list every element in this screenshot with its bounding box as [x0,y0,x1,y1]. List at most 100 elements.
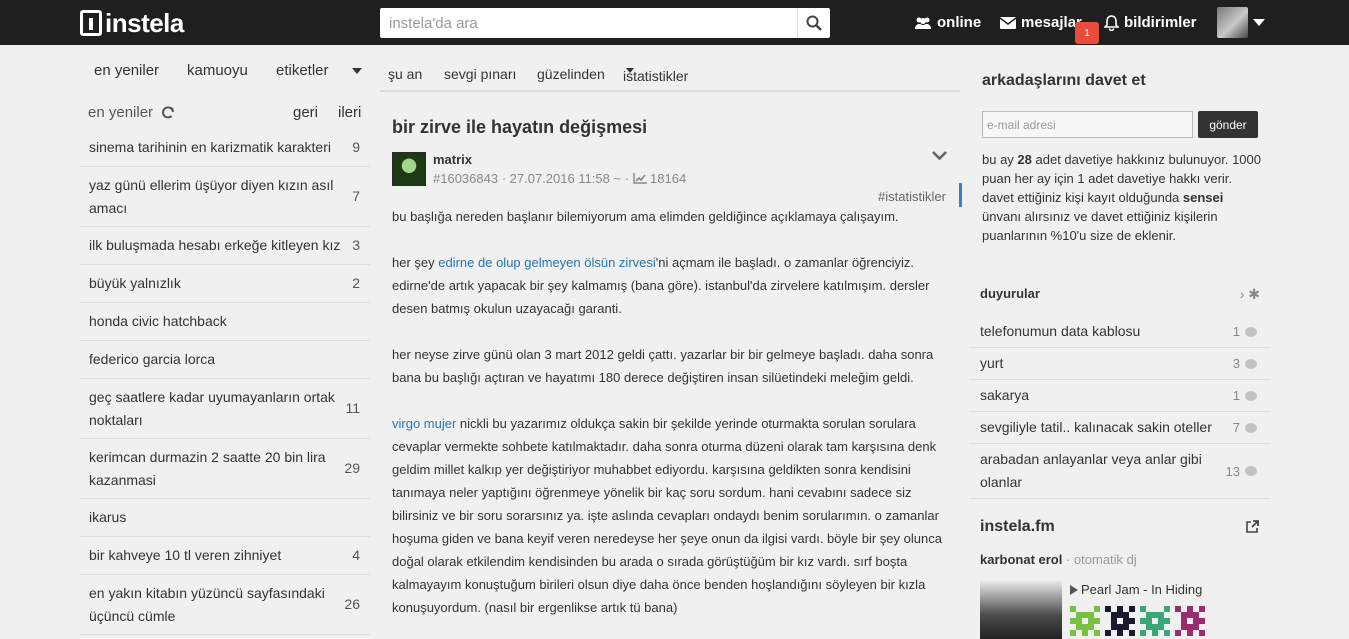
pixel [1181,612,1187,618]
text-segment: her şey [392,255,439,270]
pixel [1193,612,1199,618]
tabs-more-caret-icon[interactable] [352,68,362,74]
list-item[interactable]: yaz günü ellerim üşüyor diyen kızın asıl… [80,167,370,227]
announcement-title: yurt [980,355,1004,371]
list-item[interactable]: arabadan anlayanlar veya anlar gibi olan… [970,444,1270,499]
now-playing[interactable]: Pearl Jam - In Hiding [1070,582,1202,597]
list-title: en yeniler [88,104,154,121]
pixel [1199,606,1205,612]
pixel [1117,612,1123,618]
back-link[interactable]: geri [293,104,318,121]
middle-tabs: şu an sevgi pınarı güzelinden istatistik… [380,64,960,92]
pixel [1199,630,1205,636]
pixel [1094,606,1100,612]
comment-icon [1245,422,1257,433]
pixel [1094,630,1100,636]
user-avatar[interactable] [1217,7,1248,38]
entry-id[interactable]: #16036843 [433,171,498,186]
album-cover[interactable] [980,580,1062,639]
announcements-more-icon[interactable]: › ✱ [1240,286,1260,303]
list-item[interactable]: sevgiliyle tatil.. kalınacak sakin otell… [970,412,1270,444]
pixel [1070,630,1076,636]
pixel [1158,618,1164,624]
tab-guzelinden[interactable]: güzelinden [537,66,605,82]
pixel [1123,624,1129,630]
online-link[interactable]: online [914,0,981,45]
list-item[interactable]: honda civic hatchback [80,303,370,341]
entry-link[interactable]: edirne de olup gelmeyen ölsün zirvesi [438,255,656,270]
entry-link[interactable]: virgo mujer [392,416,456,431]
entry-menu-chevron-icon[interactable] [932,151,947,161]
announcements-list: telefonumun data kablosu 1 yurt 3 sakarya 1… [970,316,1270,499]
announcement-title: sevgiliyle tatil.. kalınacak sakin otell… [980,419,1212,435]
pixel [1105,630,1111,636]
refresh-icon[interactable] [161,106,175,124]
left-list-header: en yeniler geri ileri [80,104,370,124]
pixel [1082,624,1088,630]
listener-avatar[interactable] [1070,606,1100,636]
author-name[interactable]: matrix [433,152,472,167]
messages-label: mesajlar [1021,14,1082,31]
topic-title: honda civic hatchback [89,313,227,329]
list-item[interactable]: kerimcan durmazin 2 saatte 20 bin lira k… [80,439,370,499]
topic-list: sinema tarihinin en karizmatik karakteri… [80,129,370,635]
list-item[interactable]: büyük yalnızlık 2 [80,265,370,303]
entry-tag[interactable]: #istatistikler [878,189,946,204]
list-item[interactable]: federico garcia lorca [80,341,370,379]
topic-title: federico garcia lorca [89,351,216,367]
invite-count: 28 [1017,152,1032,167]
pixel [1187,612,1193,618]
envelope-icon [1000,16,1016,29]
listener-avatar[interactable] [1175,606,1205,636]
notifications-link[interactable]: bildirimler [1104,0,1197,45]
topic-count: 4 [352,547,360,563]
pixel [1181,624,1187,630]
comment-icon [1245,390,1257,401]
list-item[interactable]: geç saatlere kadar uyumayanların ortak n… [80,379,370,439]
meta-separator: · [498,171,510,186]
listener-avatar[interactable] [1105,606,1135,636]
messages-link[interactable]: mesajlar [1000,0,1082,45]
pixel [1146,618,1152,624]
tab-su-an[interactable]: şu an [388,66,422,82]
list-item[interactable]: sakarya 1 [970,380,1270,412]
pixel [1105,606,1111,612]
search-button[interactable] [797,8,830,38]
pixel [1164,618,1170,624]
user-menu-caret-icon[interactable] [1253,19,1265,26]
search-box [380,8,830,38]
pixel-art-icon [1175,606,1205,636]
instela-logo[interactable]: instela [80,8,184,38]
pixel [1088,624,1094,630]
tab-en-yeniler[interactable]: en yeniler [94,62,159,79]
tab-kamuoyu[interactable]: kamuoyu [187,62,248,79]
list-item[interactable]: ikarus [80,499,370,537]
pixel [1076,618,1082,624]
forward-link[interactable]: ileri [338,104,361,121]
pixel [1181,618,1187,624]
list-item[interactable]: yurt 3 [970,348,1270,380]
rank-name: sensei [1182,190,1224,205]
external-link-icon[interactable] [1246,520,1259,533]
list-item[interactable]: telefonumun data kablosu 1 [970,316,1270,348]
entry-title[interactable]: bir zirve ile hayatın değişmesi [392,117,647,138]
pixel [1129,618,1135,624]
tab-etiketler[interactable]: etiketler [276,62,329,79]
search-input[interactable] [380,8,797,38]
send-button[interactable]: gönder [1198,111,1258,138]
listener-avatar[interactable] [1140,606,1170,636]
pixel [1193,624,1199,630]
list-item[interactable]: en yakın kitabın yüzüncü sayfasındaki üç… [80,575,370,635]
dj-name[interactable]: karbonat erol [980,552,1062,567]
tab-sevgi-pinari[interactable]: sevgi pınarı [444,66,516,82]
messages-badge: 1 [1075,22,1099,44]
list-item[interactable]: ilk buluşmada hesabı erkeğe kitleyen kız… [80,227,370,265]
list-item[interactable]: bir kahveye 10 tl veren zihniyet 4 [80,537,370,575]
topic-count: 11 [345,400,360,416]
announcements-title[interactable]: duyurular [980,286,1040,301]
author-avatar[interactable] [392,152,426,186]
pixel [1158,612,1164,618]
list-item[interactable]: sinema tarihinin en karizmatik karakteri… [80,129,370,167]
users-icon [915,17,931,29]
email-field[interactable] [982,111,1193,138]
